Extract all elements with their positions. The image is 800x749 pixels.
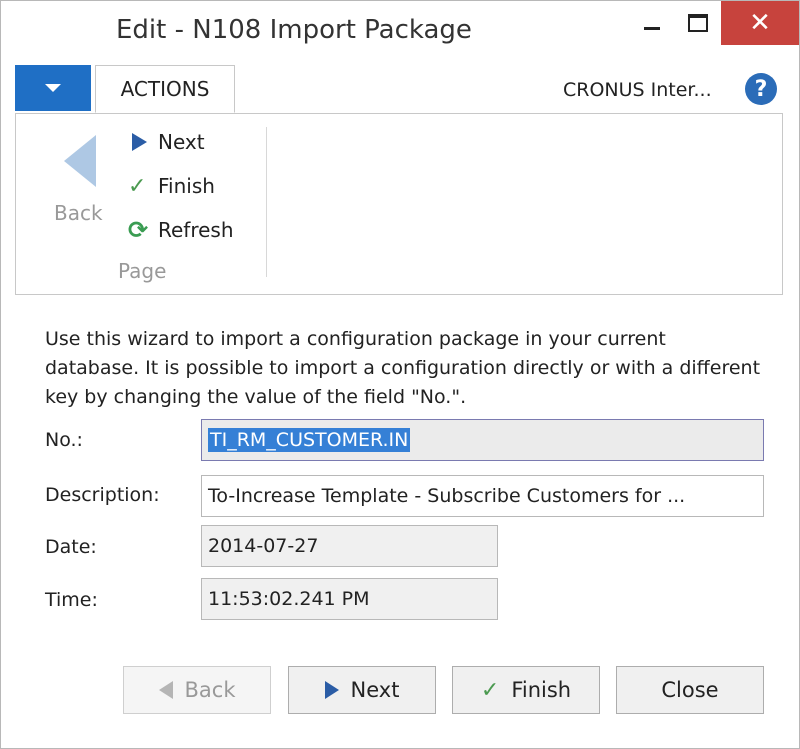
ribbon-back-button[interactable]: Back	[50, 131, 110, 251]
refresh-icon: ⟳	[128, 216, 149, 244]
date-label: Date:	[45, 536, 97, 558]
finish-button[interactable]: ✓ Finish	[452, 666, 600, 714]
close-button-label: Close	[661, 678, 719, 702]
maximize-icon	[688, 14, 708, 32]
ribbon-group-label: Page	[118, 259, 167, 283]
ribbon-body: Back Next ✓ Finish ⟳ Refresh Page	[15, 113, 783, 295]
import-package-window: Edit - N108 Import Package ✕ ACTIONS CRO…	[0, 0, 800, 749]
close-icon: ✕	[749, 8, 771, 38]
checkmark-icon: ✓	[480, 677, 500, 703]
application-menu-button[interactable]	[15, 65, 91, 111]
ribbon-tab-row: ACTIONS CRONUS Inter... ?	[15, 65, 783, 114]
time-field-value: 11:53:02.241 PM	[208, 588, 370, 610]
description-field[interactable]: To-Increase Template - Subscribe Custome…	[201, 475, 764, 517]
next-arrow-icon	[324, 681, 339, 699]
ribbon-back-label: Back	[54, 201, 103, 225]
no-field-value: TI_RM_CUSTOMER.IN	[208, 428, 411, 452]
date-field: 2014-07-27	[201, 525, 498, 567]
finish-button-label: Finish	[511, 678, 572, 702]
ribbon-finish-button[interactable]: ✓ Finish	[128, 171, 215, 201]
chevron-down-icon	[45, 84, 61, 92]
ribbon-group-divider	[266, 127, 267, 277]
checkmark-icon: ✓	[128, 173, 147, 199]
next-arrow-icon	[132, 133, 147, 151]
company-name[interactable]: CRONUS Inter...	[563, 79, 712, 101]
close-button[interactable]: Close	[616, 666, 764, 714]
close-window-button[interactable]: ✕	[721, 1, 799, 45]
help-icon[interactable]: ?	[745, 73, 777, 105]
ribbon-next-label: Next	[158, 130, 205, 154]
back-button-label: Back	[184, 678, 236, 702]
title-bar: Edit - N108 Import Package ✕	[1, 1, 799, 63]
back-arrow-icon	[64, 135, 96, 187]
maximize-button[interactable]	[675, 1, 721, 45]
description-field-value: To-Increase Template - Subscribe Custome…	[208, 485, 686, 507]
no-field[interactable]: TI_RM_CUSTOMER.IN	[201, 419, 764, 461]
minimize-icon	[644, 26, 660, 30]
no-label: No.:	[45, 429, 83, 451]
next-button[interactable]: Next	[288, 666, 436, 714]
tab-actions[interactable]: ACTIONS	[95, 65, 235, 113]
next-button-label: Next	[350, 678, 400, 702]
back-button[interactable]: Back	[123, 666, 271, 714]
time-field: 11:53:02.241 PM	[201, 578, 498, 620]
minimize-button[interactable]	[629, 1, 675, 45]
ribbon-finish-label: Finish	[158, 174, 215, 198]
ribbon-next-button[interactable]: Next	[128, 127, 205, 157]
time-label: Time:	[45, 589, 98, 611]
back-arrow-icon	[158, 681, 173, 699]
date-field-value: 2014-07-27	[208, 535, 319, 557]
ribbon-refresh-button[interactable]: ⟳ Refresh	[128, 215, 234, 245]
description-label: Description:	[45, 484, 160, 506]
ribbon-refresh-label: Refresh	[158, 218, 234, 242]
wizard-intro-text: Use this wizard to import a configuratio…	[45, 328, 761, 408]
window-title: Edit - N108 Import Package	[116, 15, 472, 45]
